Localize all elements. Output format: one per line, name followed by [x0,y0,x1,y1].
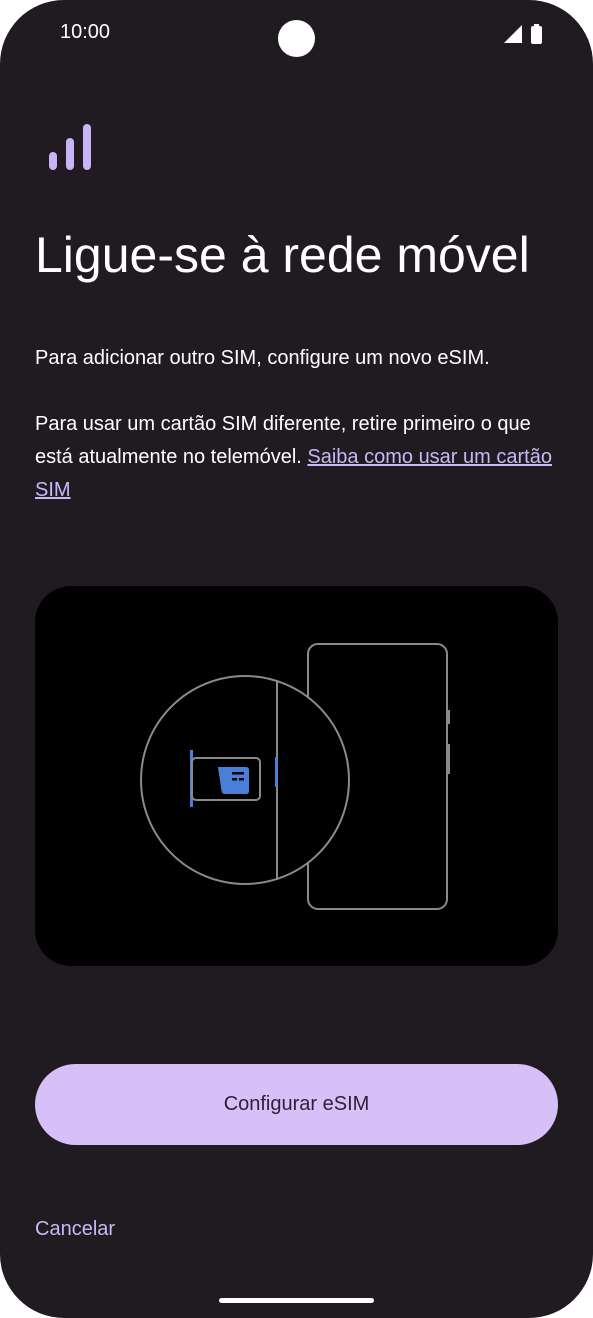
cancel-button[interactable]: Cancelar [35,1218,115,1241]
home-indicator[interactable] [219,1298,374,1303]
configure-esim-button[interactable]: Configurar eSIM [35,1064,558,1145]
sim-slot-indicator [275,757,278,787]
sim-tray-illustration [35,586,558,966]
phone-screen: 10:00 Ligue-se à rede móvel Para adicion… [0,0,593,1318]
cellular-signal-icon [48,124,94,172]
phone-side-button-1 [446,710,450,724]
status-time: 10:00 [60,21,111,43]
sim-card-description: Para usar um cartão SIM diferente, retir… [35,408,555,507]
status-bar: 10:00 [0,0,593,70]
phone-side-button-2 [446,744,450,774]
esim-description: Para adicionar outro SIM, configure um n… [35,347,490,369]
camera-cutout [278,20,315,57]
page-title: Ligue-se à rede móvel [35,227,530,283]
status-icons [502,23,546,45]
battery-icon [531,24,542,44]
